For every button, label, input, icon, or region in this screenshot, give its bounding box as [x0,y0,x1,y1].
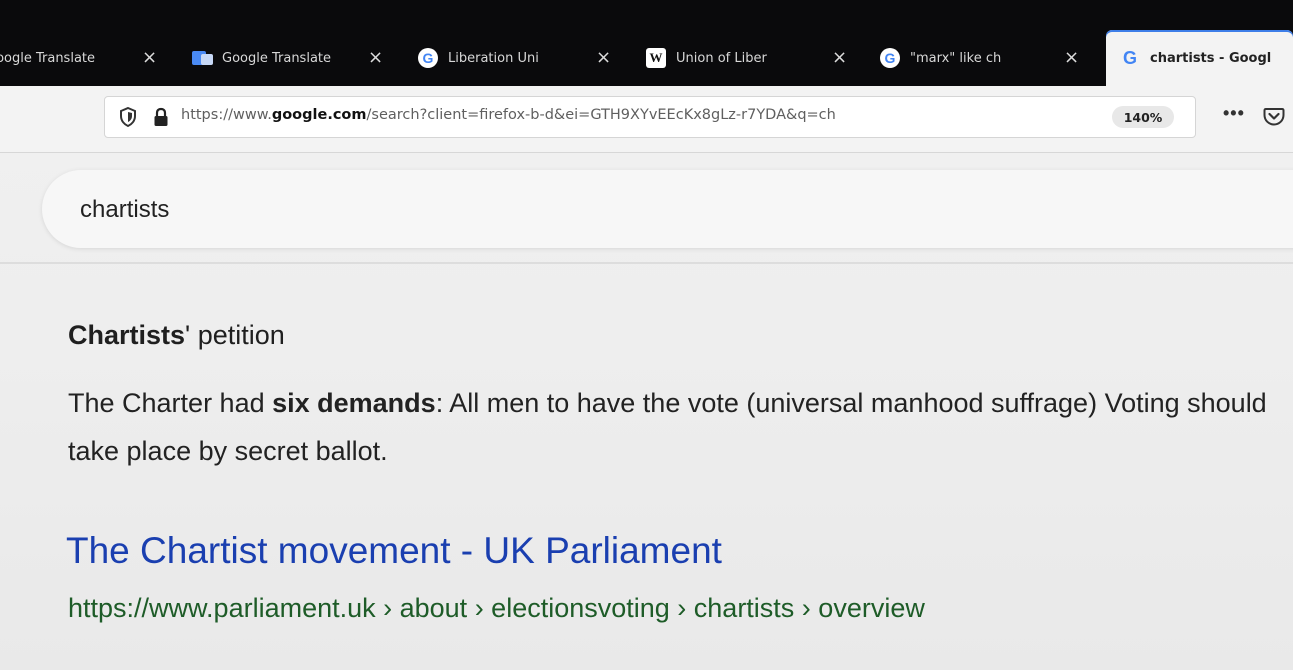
snippet-text-bold: six demands [272,388,436,418]
google-translate-icon [192,48,213,68]
header-divider [0,262,1293,264]
url-path: /search?client=firefox-b-d&ei=GTH9XYvEEc… [366,107,836,123]
result-title-link[interactable]: The Chartist movement - UK Parliament [66,530,722,572]
tab-title: "marx" like ch [910,50,1002,66]
result-breadcrumb-url[interactable]: https://www.parliament.uk › about › elec… [68,593,925,624]
wikipedia-icon: W [646,48,666,68]
page-actions-menu-icon[interactable]: ••• [1223,103,1245,124]
tab-union-of-liber[interactable]: W Union of Liber × [646,30,856,86]
close-icon[interactable]: × [142,48,157,68]
tab-marx-like-ch[interactable]: G "marx" like ch × [880,30,1086,86]
featured-snippet: Chartists' petition The Charter had six … [68,320,1278,475]
close-icon[interactable]: × [832,48,847,68]
tab-title: Google Translate [0,50,96,66]
url-host: google.com [271,107,367,123]
close-icon[interactable]: × [1064,48,1079,68]
google-icon: G [1122,47,1137,68]
tab-title: Liberation Uni [448,50,539,66]
tab-liberation-uni[interactable]: G Liberation Uni × [418,30,618,86]
tab-google-translate-2[interactable]: Google Translate × [192,30,392,86]
snippet-text-start: The Charter had [68,388,273,418]
tab-title: chartists - Googl [1150,50,1272,66]
snippet-text: The Charter had six demands: All men to … [68,379,1268,475]
browser-screenshot: Google Translate × Google Translate × G … [0,0,1293,670]
tab-title: Google Translate [222,50,332,66]
snippet-heading-bold: Chartists [68,320,186,350]
search-input[interactable]: chartists [80,196,169,224]
pocket-icon[interactable] [1263,105,1285,127]
close-icon[interactable]: × [596,48,611,68]
url-text[interactable]: https://www.google.com/search?client=fir… [181,107,1041,123]
shield-icon[interactable] [119,107,137,127]
tab-chartists-google[interactable]: G chartists - Googl [1106,30,1293,86]
snippet-heading: Chartists' petition [68,320,1278,351]
google-icon: G [880,48,900,68]
navigation-bar: https://www.google.com/search?client=fir… [0,86,1293,153]
google-icon: G [418,48,438,68]
tab-title: Union of Liber [676,50,767,66]
tab-google-translate-1[interactable]: Google Translate × [0,30,180,86]
zoom-level-badge[interactable]: 140% [1112,106,1174,128]
address-bar[interactable]: https://www.google.com/search?client=fir… [104,96,1285,138]
lock-icon[interactable] [153,107,169,127]
snippet-heading-rest: ' petition [185,320,285,350]
tab-strip: Google Translate × Google Translate × G … [0,0,1293,86]
search-box[interactable]: chartists [42,170,1293,248]
url-prefix: https://www. [181,107,272,123]
close-icon[interactable]: × [368,48,383,68]
